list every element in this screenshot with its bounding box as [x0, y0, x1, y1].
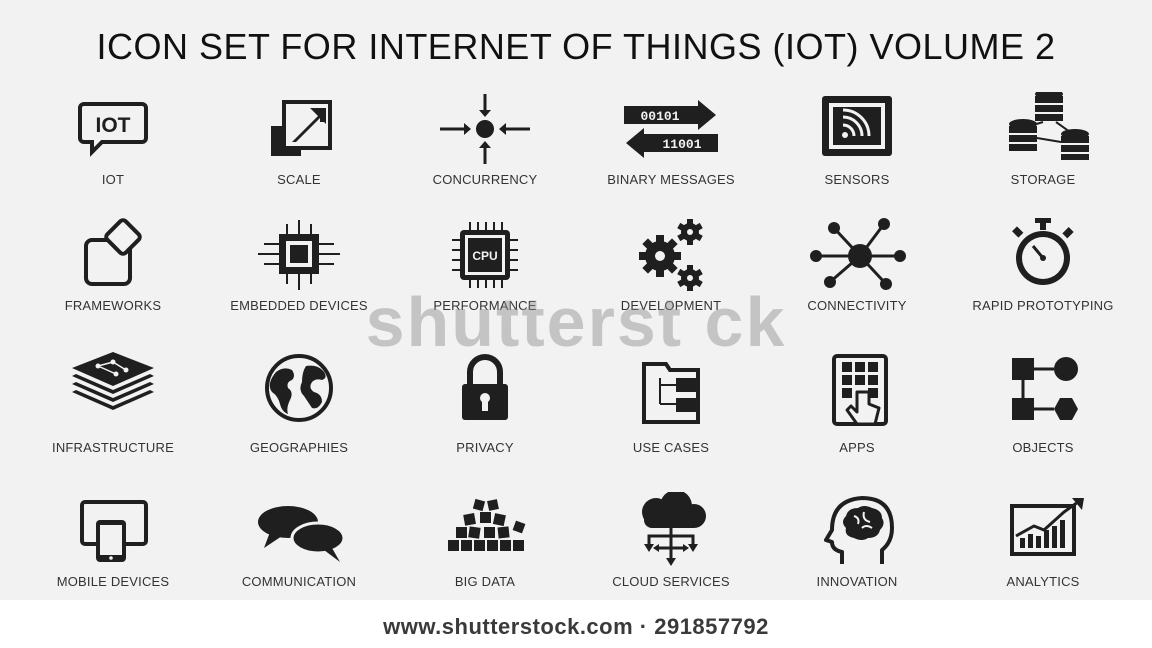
icon-label: INNOVATION	[816, 574, 898, 589]
icon-tile-connectivity: CONNECTIVITY	[767, 218, 947, 338]
icon-tile-scale: SCALE	[209, 92, 389, 212]
padlock-icon	[430, 352, 540, 432]
icon-label: PRIVACY	[456, 440, 514, 455]
icon-label: DEVELOPMENT	[620, 298, 722, 313]
icon-label: USE CASES	[632, 440, 710, 455]
scale-icon	[244, 92, 354, 172]
stopwatch-icon	[988, 218, 1098, 298]
icon-label: STORAGE	[1010, 172, 1076, 187]
footer-credit: www.shutterstock.com · 291857792	[383, 614, 769, 639]
icon-label: IOT	[101, 172, 125, 187]
icon-label: FRAMEWORKS	[64, 298, 162, 313]
icon-tile-development: DEVELOPMENT	[581, 218, 761, 338]
icon-tile-cloud-services: CLOUD SERVICES	[581, 492, 761, 612]
mobile-devices-icon	[58, 492, 168, 572]
icon-tile-apps: APPS	[767, 352, 947, 472]
icon-tile-communication: COMMUNICATION	[209, 492, 389, 612]
storage-icon	[988, 92, 1098, 172]
icon-tile-iot: IOT IOT	[23, 92, 203, 212]
head-brain-icon	[802, 492, 912, 572]
iot-speech-bubble-icon: IOT	[58, 92, 168, 172]
icon-label: MOBILE DEVICES	[56, 574, 170, 589]
icon-tile-use-cases: USE CASES	[581, 352, 761, 472]
icon-label: SCALE	[277, 172, 321, 187]
icon-label: CONNECTIVITY	[807, 298, 907, 313]
icon-tile-innovation: INNOVATION	[767, 492, 947, 612]
analytics-chart-icon	[988, 492, 1098, 572]
layers-icon	[58, 352, 168, 432]
objects-icon	[988, 352, 1098, 432]
icon-tile-geographies: GEOGRAPHIES	[209, 352, 389, 472]
icon-tile-performance: CPU PERFORMANCE	[395, 218, 575, 338]
icon-tile-mobile-devices: MOBILE DEVICES	[23, 492, 203, 612]
big-data-icon	[430, 492, 540, 572]
icon-label: OBJECTS	[1012, 440, 1074, 455]
footer-bar: www.shutterstock.com · 291857792	[0, 600, 1152, 648]
iot-icon-text: IOT	[96, 114, 131, 137]
icon-tile-binary-messages: 00101 11001 BINARY MESSAGES	[581, 92, 761, 212]
binary-text-bottom: 11001	[662, 137, 701, 152]
frameworks-icon	[58, 218, 168, 298]
icon-tile-privacy: PRIVACY	[395, 352, 575, 472]
chip-icon	[244, 218, 354, 298]
concurrency-icon	[430, 92, 540, 172]
icon-tile-storage: STORAGE	[953, 92, 1133, 212]
icon-tile-infrastructure: INFRASTRUCTURE	[23, 352, 203, 472]
icon-label: PERFORMANCE	[433, 298, 537, 313]
icon-label: INFRASTRUCTURE	[52, 440, 174, 455]
icon-tile-rapid-prototyping: RAPID PROTOTYPING	[953, 218, 1133, 338]
sensor-icon	[802, 92, 912, 172]
icon-label: GEOGRAPHIES	[249, 440, 349, 455]
icon-label: COMMUNICATION	[241, 574, 357, 589]
icon-label: EMBEDDED DEVICES	[230, 298, 368, 313]
apps-touch-icon	[802, 352, 912, 432]
icon-tile-embedded-devices: EMBEDDED DEVICES	[209, 218, 389, 338]
use-cases-icon	[616, 352, 726, 432]
network-hub-icon	[802, 218, 912, 298]
icon-grid: IOT IOT SCALE CONCURRENCY 00101 11001 BI…	[0, 0, 1152, 600]
icon-tile-sensors: SENSORS	[767, 92, 947, 212]
icon-label: APPS	[839, 440, 875, 455]
cloud-tree-icon	[616, 492, 726, 572]
icon-label: BINARY MESSAGES	[607, 172, 735, 187]
icon-label: CLOUD SERVICES	[612, 574, 730, 589]
icon-label: RAPID PROTOTYPING	[972, 298, 1114, 313]
cpu-icon-text: CPU	[472, 249, 497, 263]
icon-tile-frameworks: FRAMEWORKS	[23, 218, 203, 338]
icon-label: ANALYTICS	[1006, 574, 1080, 589]
icon-tile-concurrency: CONCURRENCY	[395, 92, 575, 212]
icon-label: SENSORS	[824, 172, 890, 187]
cpu-icon: CPU	[430, 218, 540, 298]
chat-bubbles-icon	[244, 492, 354, 572]
binary-messages-icon: 00101 11001	[616, 92, 726, 172]
icon-label: CONCURRENCY	[432, 172, 538, 187]
binary-text-top: 00101	[640, 109, 679, 124]
icon-label: BIG DATA	[454, 574, 516, 589]
icon-tile-analytics: ANALYTICS	[953, 492, 1133, 612]
globe-icon	[244, 352, 354, 432]
gears-icon	[616, 218, 726, 298]
icon-tile-objects: OBJECTS	[953, 352, 1133, 472]
icon-tile-big-data: BIG DATA	[395, 492, 575, 612]
